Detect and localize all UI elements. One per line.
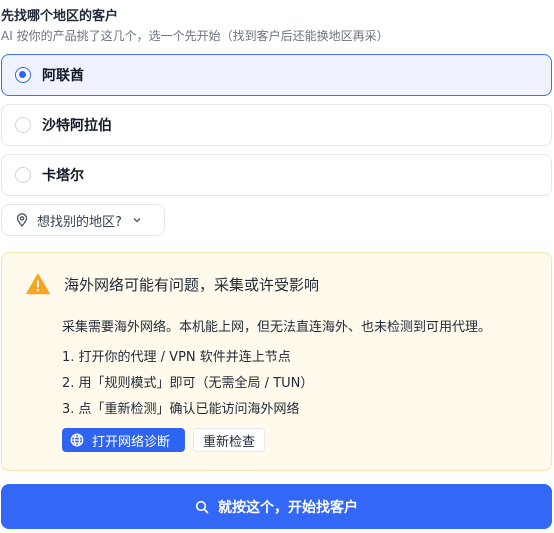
region-option-label: 卡塔尔 [42, 168, 84, 184]
warning-description: 采集需要海外网络。本机能上网，但无法直连海外、也未检测到可用代理。 [62, 320, 492, 335]
warning-header: 海外网络可能有问题，采集或许受影响 [26, 273, 319, 295]
region-option-label: 阿联酋 [42, 68, 84, 84]
other-region-dropdown[interactable]: 想找别的地区? [1, 204, 165, 236]
start-button-label: 就按这个，开始找客户 [218, 499, 358, 516]
warning-step: 1. 打开你的代理 / VPN 软件并连上节点 [62, 350, 291, 365]
page-subtitle: AI 按你的产品挑了这几个，选一个先开始（找到客户后还能换地区再采） [1, 29, 389, 43]
radio-unselected-icon[interactable] [15, 167, 31, 183]
start-finding-customers-button[interactable]: 就按这个，开始找客户 [1, 484, 552, 529]
open-network-diagnosis-label: 打开网络诊断 [92, 434, 171, 450]
recheck-button[interactable]: 重新检查 [193, 428, 265, 452]
warning-triangle-icon [26, 273, 50, 295]
other-region-label: 想找别的地区? [37, 214, 122, 230]
chevron-down-icon [132, 215, 142, 225]
page-title: 先找哪个地区的客户 [1, 9, 119, 24]
warning-step: 3. 点「重新检测」确认已能访问海外网络 [62, 402, 300, 417]
region-option-qatar[interactable]: 卡塔尔 [1, 154, 552, 196]
warning-step: 2. 用「规则模式」即可（无需全局 / TUN） [62, 376, 314, 391]
radio-unselected-icon[interactable] [15, 117, 31, 133]
region-option-saudi-arabia[interactable]: 沙特阿拉伯 [1, 104, 552, 146]
warning-title: 海外网络可能有问题，采集或许受影响 [64, 275, 320, 294]
search-icon [195, 500, 209, 514]
region-option-label: 沙特阿拉伯 [42, 118, 112, 134]
globe-icon [70, 433, 84, 447]
network-warning-panel: 海外网络可能有问题，采集或许受影响 采集需要海外网络。本机能上网，但无法直连海外… [1, 252, 552, 471]
radio-selected-icon[interactable] [15, 67, 31, 83]
open-network-diagnosis-button[interactable]: 打开网络诊断 [62, 428, 185, 452]
map-pin-icon [15, 213, 29, 227]
region-option-uae[interactable]: 阿联酋 [1, 54, 552, 96]
